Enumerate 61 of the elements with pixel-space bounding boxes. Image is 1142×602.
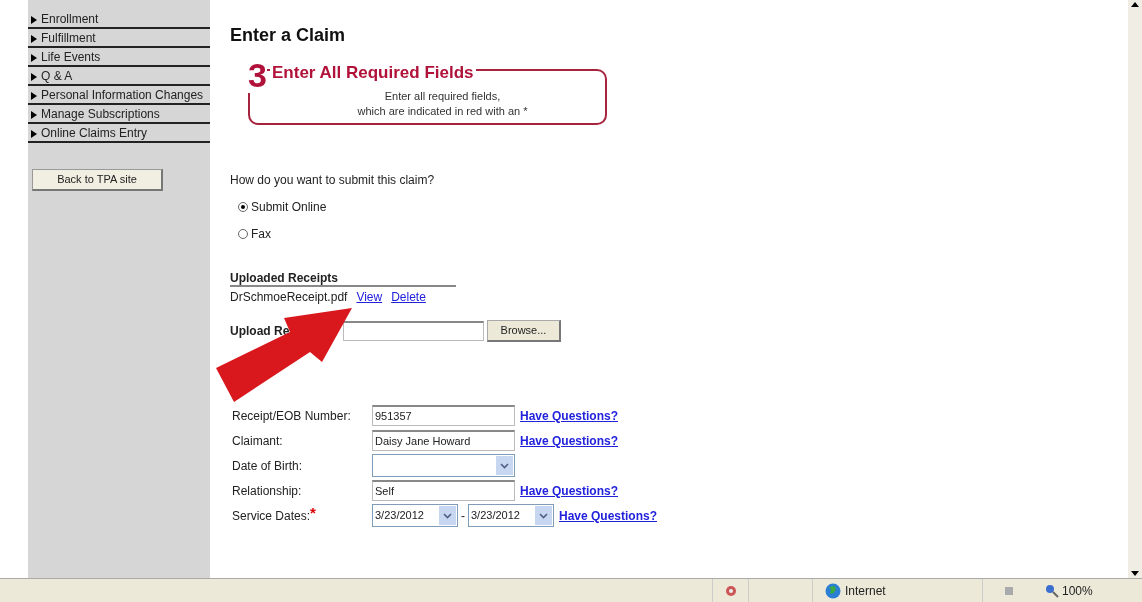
scroll-up-icon[interactable] [1131, 2, 1139, 7]
help-link[interactable]: Have Questions? [520, 406, 619, 425]
scroll-down-icon[interactable] [1131, 571, 1139, 576]
dropdown-button[interactable] [439, 506, 456, 525]
dropdown-button[interactable] [496, 456, 513, 475]
field-label: Date of Birth: [232, 457, 303, 475]
page-title: Enter a Claim [230, 24, 347, 47]
browse-button[interactable]: Browse... [487, 320, 561, 342]
help-link[interactable]: Have Questions? [559, 506, 658, 525]
caret-icon [31, 91, 37, 100]
input-field[interactable]: 951357 [372, 405, 515, 426]
globe-icon [825, 582, 841, 599]
range-separator: - [460, 507, 466, 525]
sidebar-item[interactable]: Q & A [28, 67, 210, 86]
scrollbar[interactable] [1128, 0, 1142, 578]
radio-button[interactable] [238, 229, 248, 239]
date-select[interactable]: 3/23/2012 [468, 504, 554, 527]
radio-label: Submit Online [251, 199, 327, 216]
caret-icon [31, 129, 37, 138]
caret-icon [31, 110, 37, 119]
caret-icon [31, 34, 37, 43]
field-label: Service Dates: [232, 507, 311, 525]
section-heading: Uploaded Receipts [230, 271, 456, 287]
zone-label: Internet [845, 582, 886, 600]
caret-icon [31, 15, 37, 24]
zoom-level[interactable]: 100% [1062, 581, 1093, 600]
field-label: Receipt/EOB Number: [232, 407, 351, 425]
chevron-down-icon [500, 462, 509, 469]
sidebar-item[interactable]: Online Claims Entry [28, 124, 210, 143]
sidebar-item[interactable]: Fulfillment [28, 29, 210, 48]
date-select[interactable]: 3/23/2012 [372, 504, 458, 527]
chevron-down-icon [539, 512, 548, 519]
caret-icon [31, 53, 37, 62]
input-field[interactable]: Daisy Jane Howard [372, 430, 515, 451]
back-button[interactable]: Back to TPA site [32, 169, 163, 191]
radio-button[interactable] [238, 202, 248, 212]
caret-icon [31, 72, 37, 81]
file-name: DrSchmoeReceipt.pdf [230, 289, 348, 306]
sidebar-item[interactable]: Personal Information Changes [28, 86, 210, 105]
upload-label: Upload Re [230, 323, 291, 340]
required-asterisk: * [310, 506, 316, 519]
file-input-field[interactable] [343, 321, 484, 341]
banner-text: which are indicated in red with an * [356, 104, 528, 119]
question-text: How do you want to submit this claim? [230, 172, 436, 189]
banner-text: Enter all required fields, [383, 89, 501, 104]
help-link[interactable]: Have Questions? [520, 431, 619, 450]
zoom-icon[interactable] [1045, 583, 1059, 598]
file-link[interactable]: Delete [391, 288, 426, 306]
file-link[interactable]: View [356, 288, 383, 306]
input-field[interactable]: Self [372, 480, 515, 501]
field-label: Claimant: [232, 432, 283, 450]
select-field[interactable] [372, 454, 515, 477]
chevron-down-icon [443, 512, 452, 519]
sidebar-item[interactable]: Manage Subscriptions [28, 105, 210, 124]
dropdown-button[interactable] [535, 506, 552, 525]
radio-label: Fax [251, 226, 271, 243]
field-label: Relationship: [232, 482, 302, 500]
sidebar-item[interactable]: Life Events [28, 48, 210, 67]
banner-title: Enter All Required Fields [270, 63, 476, 83]
help-link[interactable]: Have Questions? [520, 481, 619, 500]
sidebar-item[interactable]: Enrollment [28, 10, 210, 29]
